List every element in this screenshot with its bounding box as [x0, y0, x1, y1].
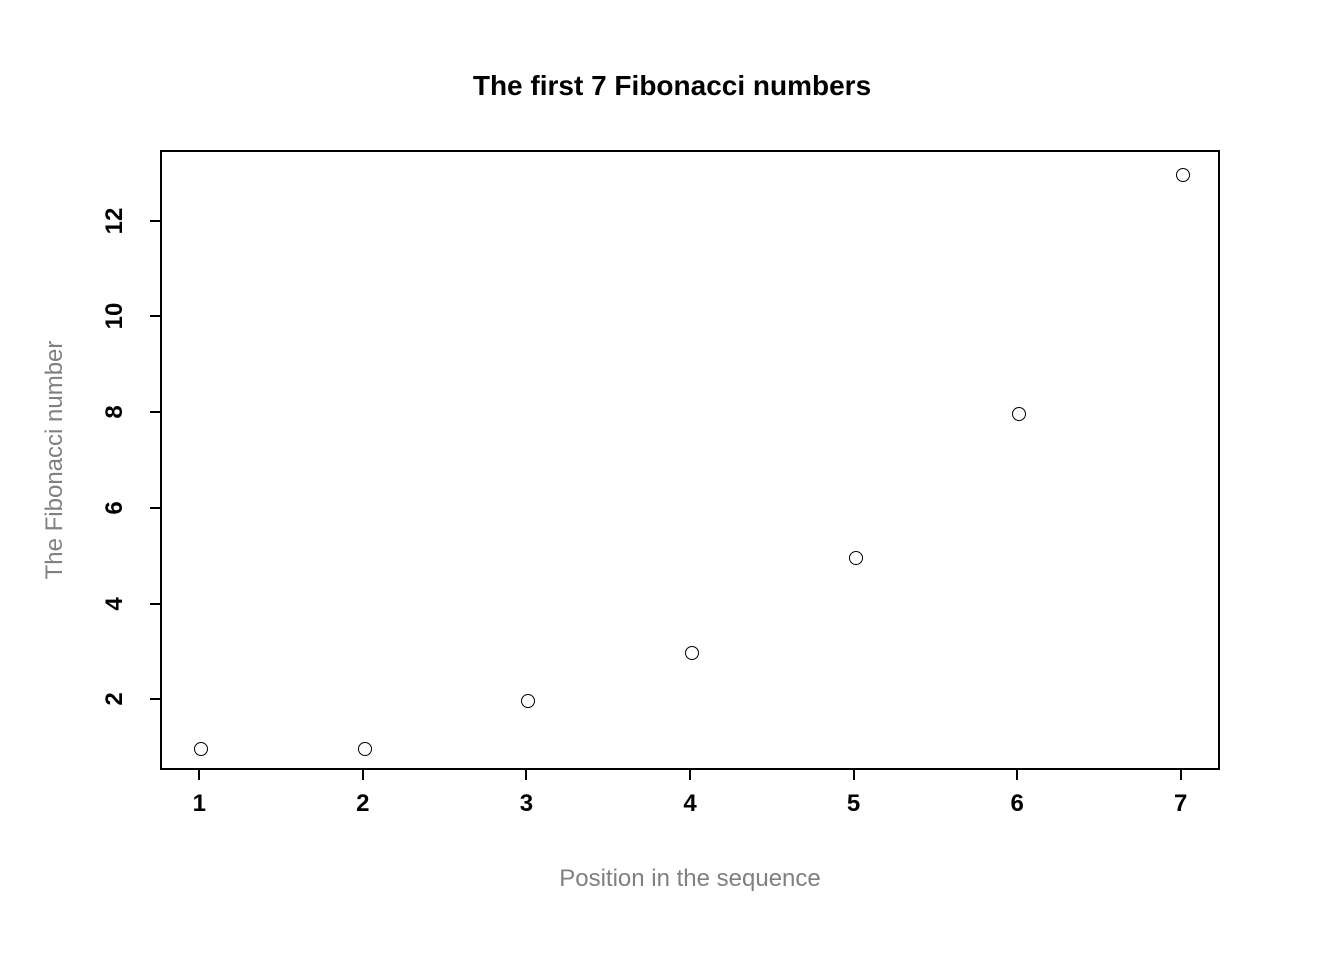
- x-tick-label: 3: [520, 790, 533, 818]
- y-tick: [150, 507, 160, 509]
- x-tick: [1016, 770, 1018, 780]
- x-tick: [525, 770, 527, 780]
- x-tick-label: 6: [1010, 790, 1023, 818]
- y-axis-label: The Fibonacci number: [41, 341, 69, 580]
- data-point: [358, 742, 372, 756]
- y-tick-label: 12: [101, 207, 129, 234]
- y-tick-label: 8: [101, 405, 129, 418]
- data-point: [194, 742, 208, 756]
- data-point: [521, 694, 535, 708]
- x-tick: [689, 770, 691, 780]
- chart-title: The first 7 Fibonacci numbers: [0, 70, 1344, 102]
- data-point: [849, 551, 863, 565]
- y-tick-label: 6: [101, 501, 129, 514]
- x-tick: [198, 770, 200, 780]
- y-tick: [150, 315, 160, 317]
- y-tick-label: 4: [101, 597, 129, 610]
- x-axis-label: Position in the sequence: [160, 865, 1220, 893]
- data-point: [685, 646, 699, 660]
- data-point: [1176, 168, 1190, 182]
- data-point: [1012, 407, 1026, 421]
- y-tick: [150, 698, 160, 700]
- x-tick-label: 7: [1174, 790, 1187, 818]
- x-tick-label: 4: [683, 790, 696, 818]
- chart-container: The first 7 Fibonacci numbers 1234567 24…: [0, 0, 1344, 960]
- x-tick-label: 5: [847, 790, 860, 818]
- y-tick-label: 10: [101, 303, 129, 330]
- x-tick-label: 1: [193, 790, 206, 818]
- x-tick-label: 2: [356, 790, 369, 818]
- y-tick-label: 2: [101, 693, 129, 706]
- x-tick: [1180, 770, 1182, 780]
- x-tick: [362, 770, 364, 780]
- plot-area: [160, 150, 1220, 770]
- y-tick: [150, 220, 160, 222]
- y-tick: [150, 411, 160, 413]
- x-tick: [853, 770, 855, 780]
- y-tick: [150, 603, 160, 605]
